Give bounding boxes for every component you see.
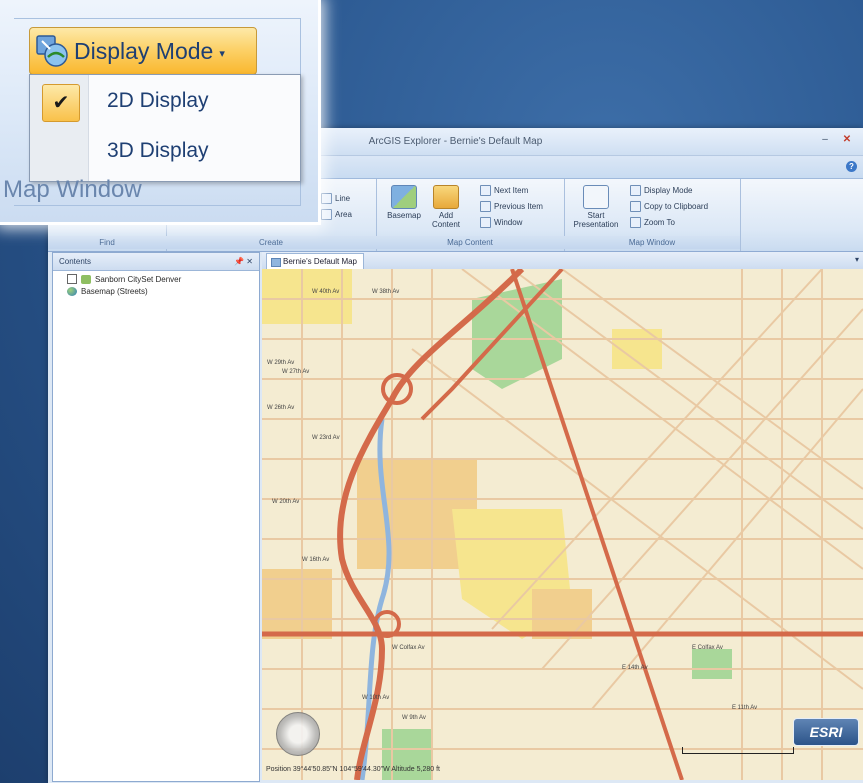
ribbon-group-label: Create (166, 236, 376, 249)
map-window-group-label: Map Window (3, 176, 142, 203)
map-status-text: Position 39°44'50.85"N 104°59'44.30"W Al… (266, 766, 440, 773)
layer-checkbox[interactable] (67, 274, 77, 284)
display-mode-button[interactable]: Display Mode ▾ (29, 27, 257, 75)
svg-text:E 11th Av: E 11th Av (732, 705, 757, 711)
start-presentation-button[interactable]: Start Presentation (568, 185, 624, 229)
minimize-button[interactable]: – (817, 133, 833, 147)
dropdown-arrow-icon: ▾ (219, 47, 225, 60)
svg-text:W Colfax Av: W Colfax Av (392, 645, 425, 651)
clipboard-icon (630, 201, 641, 212)
svg-text:W 26th Av: W 26th Av (267, 405, 294, 411)
svg-text:W 38th Av: W 38th Av (372, 289, 399, 295)
map-park (692, 649, 732, 679)
street-map: W 40th Av W 38th Av W 29th Av W 27th Av W … (262, 269, 863, 780)
next-item-button[interactable]: Next Item (480, 185, 528, 196)
layer-item[interactable]: Basemap (Streets) (67, 287, 259, 296)
scale-bar (682, 747, 794, 754)
window-icon (480, 217, 491, 228)
zoom-icon (630, 217, 641, 228)
zoom-to-button[interactable]: Zoom To (630, 217, 675, 228)
area-icon (321, 209, 332, 220)
svg-text:W 29th Av: W 29th Av (267, 360, 294, 366)
menu-item-2d-display[interactable]: ✔ 2D Display (30, 77, 300, 127)
map-zone (262, 269, 352, 324)
globe-icon (67, 287, 77, 296)
presentation-icon (583, 185, 609, 209)
ribbon-group-label: Map Window (564, 236, 740, 249)
svg-text:W 10th Av: W 10th Av (362, 695, 389, 701)
next-item-icon (480, 185, 491, 196)
esri-logo: ESRI (793, 718, 859, 746)
display-mode-icon (630, 185, 641, 196)
ribbon-group-label: Map Content (376, 236, 564, 249)
app-window: ArcGIS Explorer - Bernie's Default Map –… (48, 128, 863, 783)
svg-text:W 40th Av: W 40th Av (312, 289, 339, 295)
contents-header: Contents 📌 ✕ (53, 253, 259, 271)
copy-to-clipboard-button[interactable]: Copy to Clipboard (630, 201, 708, 212)
display-mode-menu: ✔ 2D Display 3D Display (29, 74, 301, 182)
previous-item-button[interactable]: Previous Item (480, 201, 543, 212)
map-tab[interactable]: Bernie's Default Map (266, 253, 365, 269)
navigation-control[interactable] (276, 712, 320, 756)
checkmark-icon: ✔ (42, 84, 80, 122)
line-icon (321, 193, 332, 204)
menu-item-label: 2D Display (107, 89, 209, 112)
pin-icon[interactable]: 📌 (234, 257, 244, 266)
display-mode-callout: Display Mode ▾ ✔ 2D Display 3D Display M… (0, 0, 321, 225)
help-icon[interactable]: ? (846, 161, 857, 172)
ribbon-group-label: Find (48, 236, 166, 249)
map-canvas[interactable]: W 40th Av W 38th Av W 29th Av W 27th Av W … (262, 269, 863, 780)
menu-item-3d-display[interactable]: 3D Display (30, 127, 300, 177)
window-button[interactable]: Window (480, 217, 522, 228)
ribbon-group-map-window: Start Presentation Display Mode Copy to … (564, 179, 741, 251)
chevron-down-icon[interactable]: ▾ (855, 255, 859, 264)
map-tab-strip: Bernie's Default Map ▾ (262, 252, 863, 270)
create-line-button[interactable]: Line (321, 193, 350, 204)
contents-panel: Contents 📌 ✕ Sanborn CitySet Denver Base… (52, 252, 260, 782)
svg-text:E Colfax Av: E Colfax Av (692, 645, 723, 651)
svg-text:W 23rd Av: W 23rd Av (312, 435, 340, 441)
svg-text:W 20th Av: W 20th Av (272, 499, 299, 505)
basemap-icon (391, 185, 417, 209)
svg-text:W 16th Av: W 16th Av (302, 557, 329, 563)
add-content-icon (433, 185, 459, 209)
contents-title: Contents (59, 257, 92, 266)
map-area: Bernie's Default Map ▾ W 40th Av W 38th … (262, 252, 863, 780)
previous-item-icon (480, 201, 491, 212)
display-mode-small-button[interactable]: Display Mode (630, 185, 692, 196)
create-area-button[interactable]: Area (321, 209, 352, 220)
svg-text:W 27th Av: W 27th Av (282, 369, 309, 375)
layer-icon (81, 274, 91, 284)
close-button[interactable]: ✕ (839, 133, 855, 147)
add-content-button[interactable]: Add Content (426, 185, 466, 229)
basemap-button[interactable]: Basemap (384, 185, 424, 220)
ribbon-group-map-content: Basemap Add Content Next Item Previous I… (376, 179, 565, 251)
svg-text:E 14th Av: E 14th Av (622, 665, 648, 671)
menu-item-label: 3D Display (107, 139, 209, 162)
layer-item[interactable]: Sanborn CitySet Denver (67, 274, 259, 284)
display-mode-icon (34, 33, 70, 69)
display-mode-label: Display Mode (74, 37, 214, 64)
contents-close-button[interactable]: ✕ (246, 257, 253, 266)
svg-text:W 9th Av: W 9th Av (402, 715, 426, 721)
